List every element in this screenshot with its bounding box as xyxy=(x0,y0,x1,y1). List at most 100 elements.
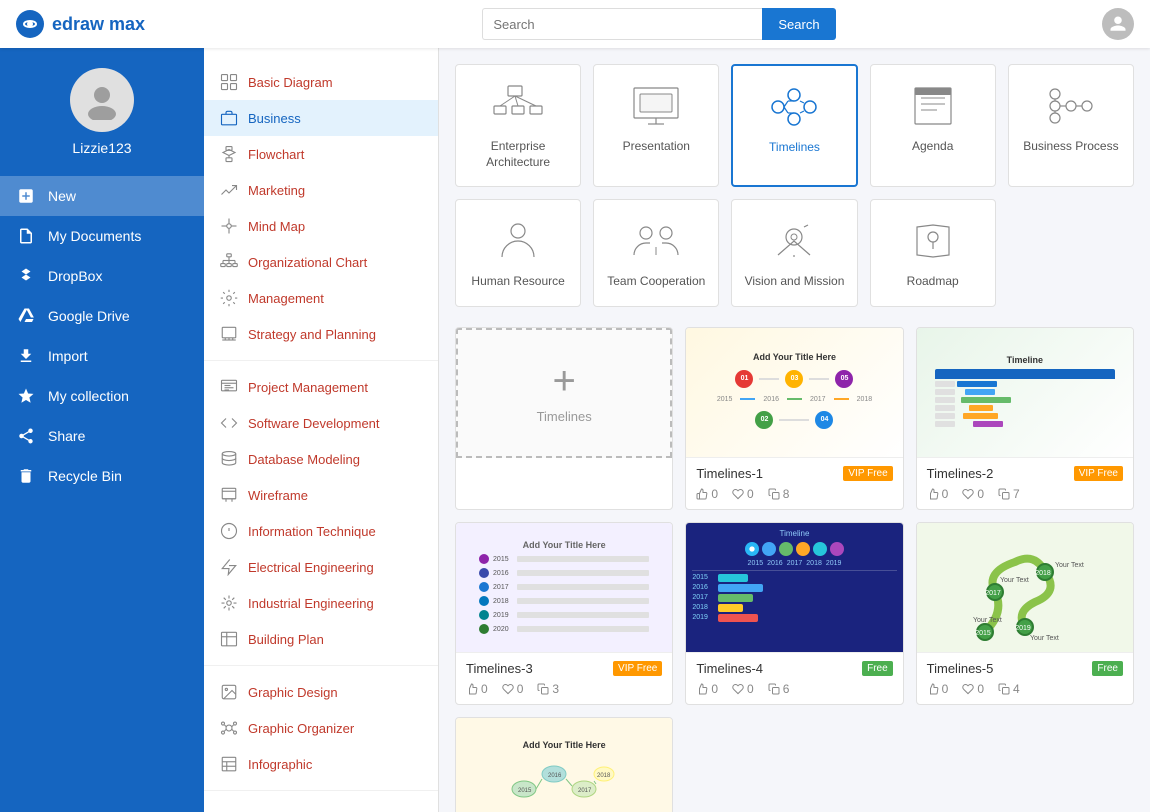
template-type-human-resource-label: Human Resource xyxy=(471,274,564,290)
menu-section-1: Basic Diagram Business xyxy=(204,56,438,361)
menu-item-information-technique[interactable]: Information Technique xyxy=(204,513,438,549)
template-type-roadmap-label: Roadmap xyxy=(907,274,959,290)
menu-item-building-plan-label: Building Plan xyxy=(248,632,324,647)
timelines-4-hearts: 0 xyxy=(732,682,754,696)
sidebar-item-share[interactable]: Share xyxy=(0,416,204,456)
menu-item-wireframe[interactable]: Wireframe xyxy=(204,477,438,513)
template-type-vision-and-mission[interactable]: Vision and Mission xyxy=(731,199,857,307)
template-type-human-resource[interactable]: Human Resource xyxy=(455,199,581,307)
menu-item-marketing-label: Marketing xyxy=(248,183,305,198)
timelines-1-card[interactable]: Add Your Title Here 01 03 05 2015 2016 xyxy=(685,327,903,510)
timelines-4-info: Timelines-4 Free 0 0 xyxy=(686,653,902,704)
svg-text:2017: 2017 xyxy=(985,590,1001,597)
timelines-2-gantt-header xyxy=(935,369,1115,379)
circle-02: 02 xyxy=(755,411,773,429)
menu-item-basic-diagram-label: Basic Diagram xyxy=(248,75,333,90)
template-type-timelines[interactable]: Timelines xyxy=(731,64,857,187)
new-card-button[interactable]: + Timelines xyxy=(456,328,672,458)
circle-05: 05 xyxy=(835,370,853,388)
circle-01: 01 xyxy=(735,370,753,388)
menu-item-graphic-design[interactable]: Graphic Design xyxy=(204,674,438,710)
timelines-5-title-row: Timelines-5 Free xyxy=(927,661,1123,676)
graphic-design-icon xyxy=(220,683,238,701)
timelines-1-title: Timelines-1 xyxy=(696,466,763,481)
timelines-2-title: Timelines-2 xyxy=(927,466,994,481)
recycle-bin-icon xyxy=(16,466,36,486)
template-type-agenda-label: Agenda xyxy=(912,139,953,155)
timelines-3-title-row: Timelines-3 VIP Free xyxy=(466,661,662,676)
sidebar-item-dropbox[interactable]: DropBox xyxy=(0,256,204,296)
sidebar-item-new[interactable]: New xyxy=(0,176,204,216)
menu-item-org-chart-label: Organizational Chart xyxy=(248,255,367,270)
menu-item-building-plan[interactable]: Building Plan xyxy=(204,621,438,657)
sidebar: Lizzie123 New My Documents xyxy=(0,48,204,812)
timelines-3-likes: 0 xyxy=(466,682,488,696)
timelines-2-badge: VIP Free xyxy=(1074,466,1123,481)
template-type-presentation-label: Presentation xyxy=(623,139,690,155)
timelines-4-preview: Timeline 2015201620172018 xyxy=(686,523,902,653)
template-type-team-cooperation-label: Team Cooperation xyxy=(607,274,705,290)
menu-item-basic-diagram[interactable]: Basic Diagram xyxy=(204,64,438,100)
sidebar-item-google-drive[interactable]: Google Drive xyxy=(0,296,204,336)
menu-item-graphic-organizer[interactable]: Graphic Organizer xyxy=(204,710,438,746)
menu-item-strategy-and-planning[interactable]: Strategy and Planning xyxy=(204,316,438,352)
menu-item-electrical-engineering[interactable]: Electrical Engineering xyxy=(204,549,438,585)
google-drive-icon xyxy=(16,306,36,326)
template-type-presentation[interactable]: Presentation xyxy=(593,64,719,187)
sidebar-item-import[interactable]: Import xyxy=(0,336,204,376)
menu-item-industrial-engineering[interactable]: Industrial Engineering xyxy=(204,585,438,621)
roadmap-icon xyxy=(903,216,963,266)
menu-item-business[interactable]: Business xyxy=(204,100,438,136)
sidebar-item-my-collection[interactable]: My collection xyxy=(0,376,204,416)
team-cooperation-icon xyxy=(626,216,686,266)
search-button[interactable]: Search xyxy=(762,8,835,40)
timelines-3-card[interactable]: Add Your Title Here 2015 2016 2017 2018 … xyxy=(455,522,673,705)
template-type-business-process[interactable]: Business Process xyxy=(1008,64,1134,187)
menu-item-business-label: Business xyxy=(248,111,301,126)
template-type-roadmap[interactable]: Roadmap xyxy=(870,199,996,307)
menu-item-organizational-chart[interactable]: Organizational Chart xyxy=(204,244,438,280)
menu-item-database-modeling[interactable]: Database Modeling xyxy=(204,441,438,477)
timelines-3-copies: 3 xyxy=(537,682,559,696)
new-timeline-card[interactable]: + Timelines xyxy=(455,327,673,510)
template-type-team-cooperation[interactable]: Team Cooperation xyxy=(593,199,719,307)
template-type-enterprise-architecture[interactable]: Enterprise Architecture xyxy=(455,64,581,187)
database-icon xyxy=(220,450,238,468)
timelines-2-hearts: 0 xyxy=(962,487,984,501)
svg-text:Your Text: Your Text xyxy=(973,617,1002,624)
timelines-1-copies: 8 xyxy=(768,487,790,501)
timelines-6-card[interactable]: Add Your Title Here 2015 2016 xyxy=(455,717,673,812)
menu-item-infographic[interactable]: Infographic xyxy=(204,746,438,782)
electrical-icon xyxy=(220,558,238,576)
dropbox-icon xyxy=(16,266,36,286)
timelines-5-hearts: 0 xyxy=(962,682,984,696)
svg-text:Your Text: Your Text xyxy=(1030,635,1059,642)
timelines-2-card[interactable]: Timeline Timelines- xyxy=(916,327,1134,510)
strategy-icon xyxy=(220,325,238,343)
template-type-enterprise-label: Enterprise Architecture xyxy=(468,139,568,170)
search-input[interactable] xyxy=(482,8,762,40)
timelines-5-card[interactable]: 2015 2017 2018 2019 Your Text Your Text … xyxy=(916,522,1134,705)
template-type-vision-label: Vision and Mission xyxy=(745,274,845,290)
menu-item-management[interactable]: Management xyxy=(204,280,438,316)
timelines-1-hearts-count: 0 xyxy=(747,487,754,501)
sidebar-item-my-documents[interactable]: My Documents xyxy=(0,216,204,256)
menu-item-software-development[interactable]: Software Development xyxy=(204,405,438,441)
timelines-2-copies: 7 xyxy=(998,487,1020,501)
menu-item-project-management[interactable]: Project Management xyxy=(204,369,438,405)
timelines-4-card[interactable]: Timeline 2015201620172018 xyxy=(685,522,903,705)
timelines-5-stats: 0 0 4 xyxy=(927,682,1123,696)
basic-diagram-icon xyxy=(220,73,238,91)
user-avatar-icon[interactable] xyxy=(1102,8,1134,40)
template-type-agenda[interactable]: Agenda xyxy=(870,64,996,187)
sidebar-item-recycle-bin[interactable]: Recycle Bin xyxy=(0,456,204,496)
menu-item-marketing[interactable]: Marketing xyxy=(204,172,438,208)
my-documents-icon xyxy=(16,226,36,246)
menu-section-3: Graphic Design Graphi xyxy=(204,666,438,791)
timelines-3-hearts: 0 xyxy=(502,682,524,696)
menu-item-mind-map[interactable]: Mind Map xyxy=(204,208,438,244)
timelines-2-likes: 0 xyxy=(927,487,949,501)
menu-item-flowchart[interactable]: Flowchart xyxy=(204,136,438,172)
svg-text:2018: 2018 xyxy=(1035,570,1051,577)
flowchart-icon xyxy=(220,145,238,163)
